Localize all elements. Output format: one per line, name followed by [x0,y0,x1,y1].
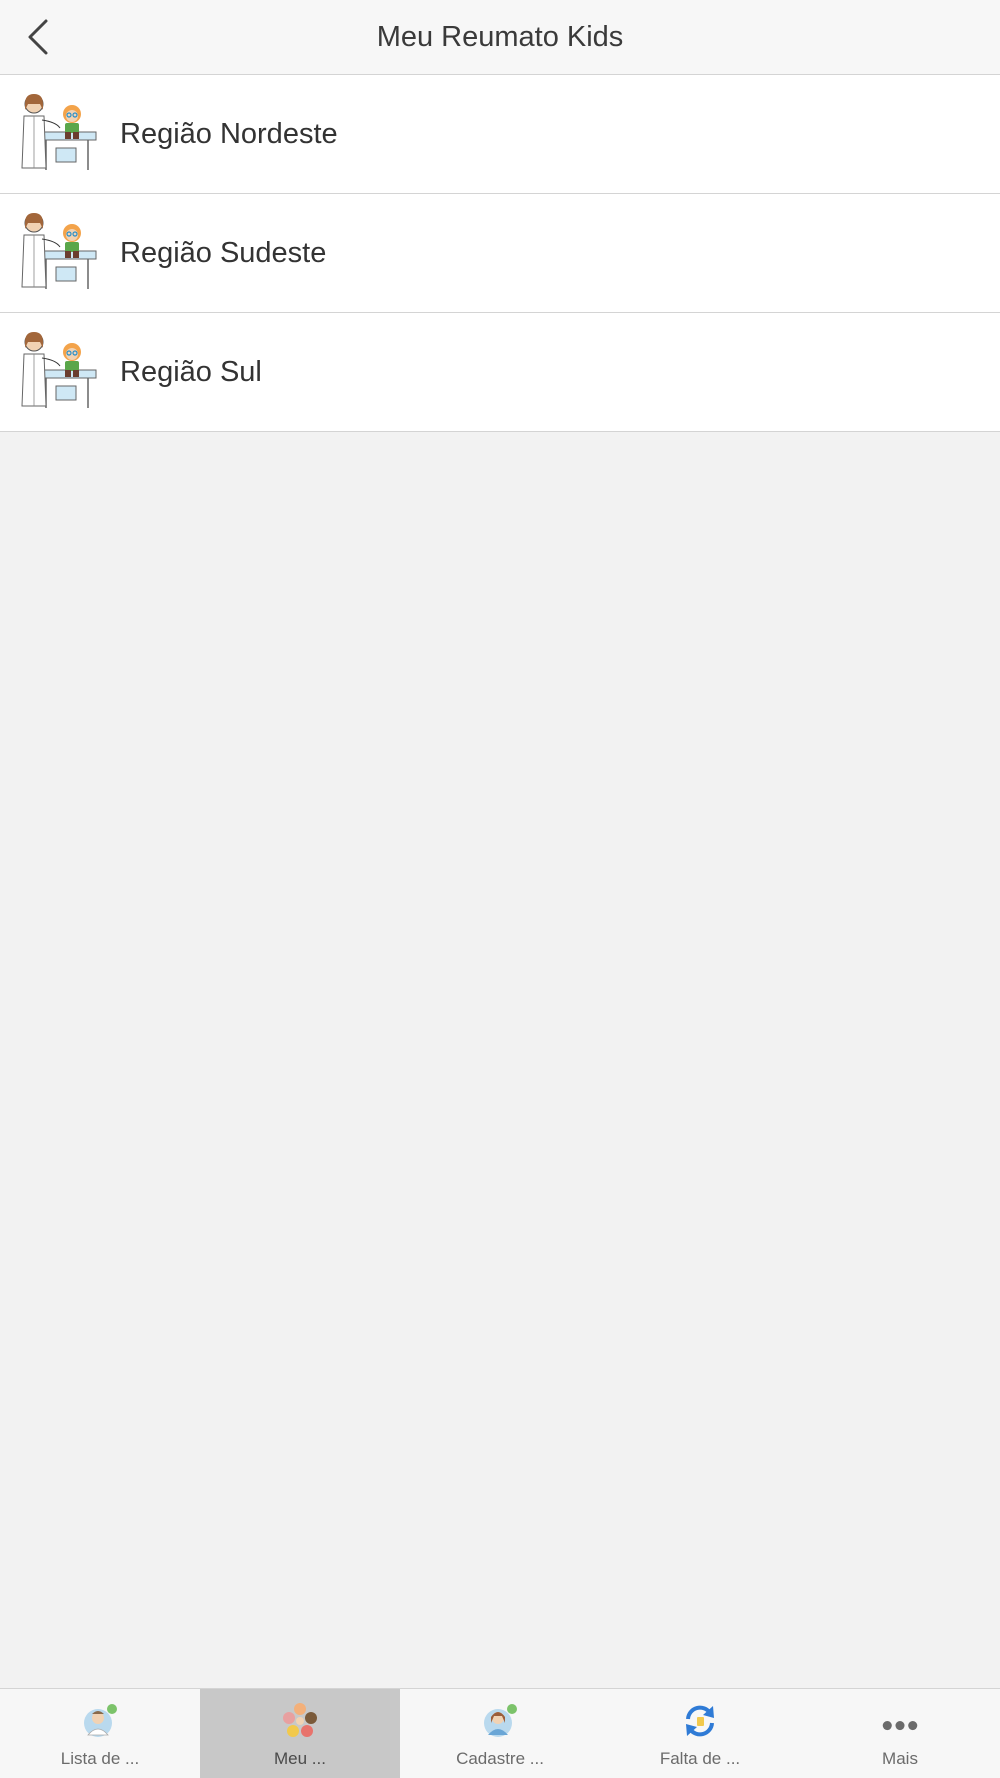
tab-label: Mais [882,1749,918,1768]
page-title: Meu Reumato Kids [376,20,624,53]
tab-label: Lista de ... [60,1749,140,1768]
region-list: Região Nordeste Região Sudeste Região Su… [0,75,1000,432]
list-item-label: Região Nordeste [120,117,338,150]
doctor-child-illustration [21,332,97,408]
list-item-label: Região Sudeste [120,236,327,269]
refresh-arrows-icon [686,1705,714,1737]
nav-header: Meu Reumato Kids [0,0,1000,75]
doctor-child-illustration [21,94,97,170]
tab-cadastre[interactable]: Cadastre ... [400,1689,600,1778]
tab-lista[interactable]: Lista de ... [0,1689,200,1778]
tab-falta[interactable]: Falta de ... [600,1689,800,1778]
doctor-child-illustration [21,213,97,289]
tab-label: Meu ... [274,1749,326,1768]
chevron-left-icon [28,19,48,55]
tab-meu-reumato[interactable]: Meu ... [200,1689,400,1778]
more-dots-icon [882,1721,918,1731]
list-item-label: Região Sul [120,355,262,388]
tab-label: Falta de ... [659,1749,741,1768]
tab-label: Cadastre ... [456,1749,544,1768]
back-button[interactable] [18,14,58,60]
list-item-regiao-sudeste[interactable]: Região Sudeste [0,194,1000,313]
list-item-regiao-sul[interactable]: Região Sul [0,313,1000,432]
doctor-list-icon [84,1704,117,1737]
list-item-regiao-nordeste[interactable]: Região Nordeste [0,75,1000,194]
register-icon [484,1704,517,1737]
tab-mais[interactable]: Mais [800,1689,1000,1778]
kids-group-icon [283,1703,317,1737]
bottom-tab-bar: Lista de ... Meu ... Cadastre ... Falta … [0,1688,1000,1778]
